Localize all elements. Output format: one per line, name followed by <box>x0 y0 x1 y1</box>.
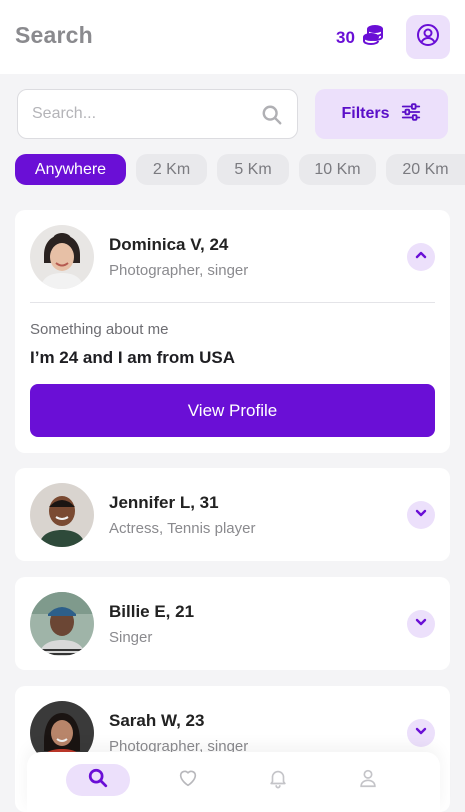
bell-icon <box>267 767 289 794</box>
view-profile-button[interactable]: View Profile <box>30 384 435 437</box>
chip-20km[interactable]: 20 Km <box>386 154 465 185</box>
user-icon <box>357 767 379 794</box>
nav-profile[interactable] <box>336 764 400 796</box>
profile-card[interactable]: Dominica V, 24 Photographer, singer Some… <box>15 210 450 453</box>
chip-10km[interactable]: 10 Km <box>299 154 376 185</box>
search-field[interactable] <box>17 89 298 139</box>
about-label: Something about me <box>30 321 169 338</box>
about-text: I’m 24 and I am from USA <box>30 348 235 367</box>
profile-name: Sarah W, 23 <box>109 711 205 730</box>
profile-role: Actress, Tennis player <box>109 520 256 537</box>
nav-notifications[interactable] <box>246 764 310 796</box>
avatar[interactable] <box>30 483 94 547</box>
search-icon <box>87 767 109 794</box>
coin-balance[interactable]: 30 <box>336 24 385 52</box>
profile-card[interactable]: Billie E, 21 Singer <box>15 577 450 670</box>
chip-anywhere[interactable]: Anywhere <box>15 154 126 185</box>
user-circle-icon <box>416 23 440 52</box>
profile-name: Jennifer L, 31 <box>109 493 219 512</box>
chevron-down-icon <box>413 723 429 744</box>
collapse-button[interactable] <box>407 243 435 271</box>
search-icon[interactable] <box>261 104 283 126</box>
profile-name: Billie E, 21 <box>109 602 195 621</box>
nav-favorites[interactable] <box>156 764 220 796</box>
sliders-icon <box>400 101 422 128</box>
divider <box>30 302 435 303</box>
bottom-nav <box>27 752 440 812</box>
coin-stack-icon <box>361 24 385 53</box>
profile-role: Singer <box>109 629 153 646</box>
chevron-down-icon <box>413 505 429 526</box>
chip-2km[interactable]: 2 Km <box>136 154 207 185</box>
page-title: Search <box>15 22 93 48</box>
profile-role: Photographer, singer <box>109 262 249 279</box>
chevron-down-icon <box>413 614 429 635</box>
coin-count: 30 <box>336 28 355 47</box>
nav-search[interactable] <box>66 764 130 796</box>
search-input[interactable] <box>32 90 252 138</box>
profile-button[interactable] <box>406 15 450 59</box>
expand-button[interactable] <box>407 610 435 638</box>
profile-name: Dominica V, 24 <box>109 235 229 254</box>
chevron-up-icon <box>413 247 429 268</box>
heart-icon <box>177 767 199 794</box>
profile-card[interactable]: Jennifer L, 31 Actress, Tennis player <box>15 468 450 561</box>
expand-button[interactable] <box>407 719 435 747</box>
app-header: Search 30 <box>0 0 465 74</box>
expand-button[interactable] <box>407 501 435 529</box>
filters-label: Filters <box>341 105 390 122</box>
avatar[interactable] <box>30 592 94 656</box>
filters-button[interactable]: Filters <box>315 89 448 139</box>
chip-5km[interactable]: 5 Km <box>217 154 289 185</box>
avatar[interactable] <box>30 225 94 289</box>
